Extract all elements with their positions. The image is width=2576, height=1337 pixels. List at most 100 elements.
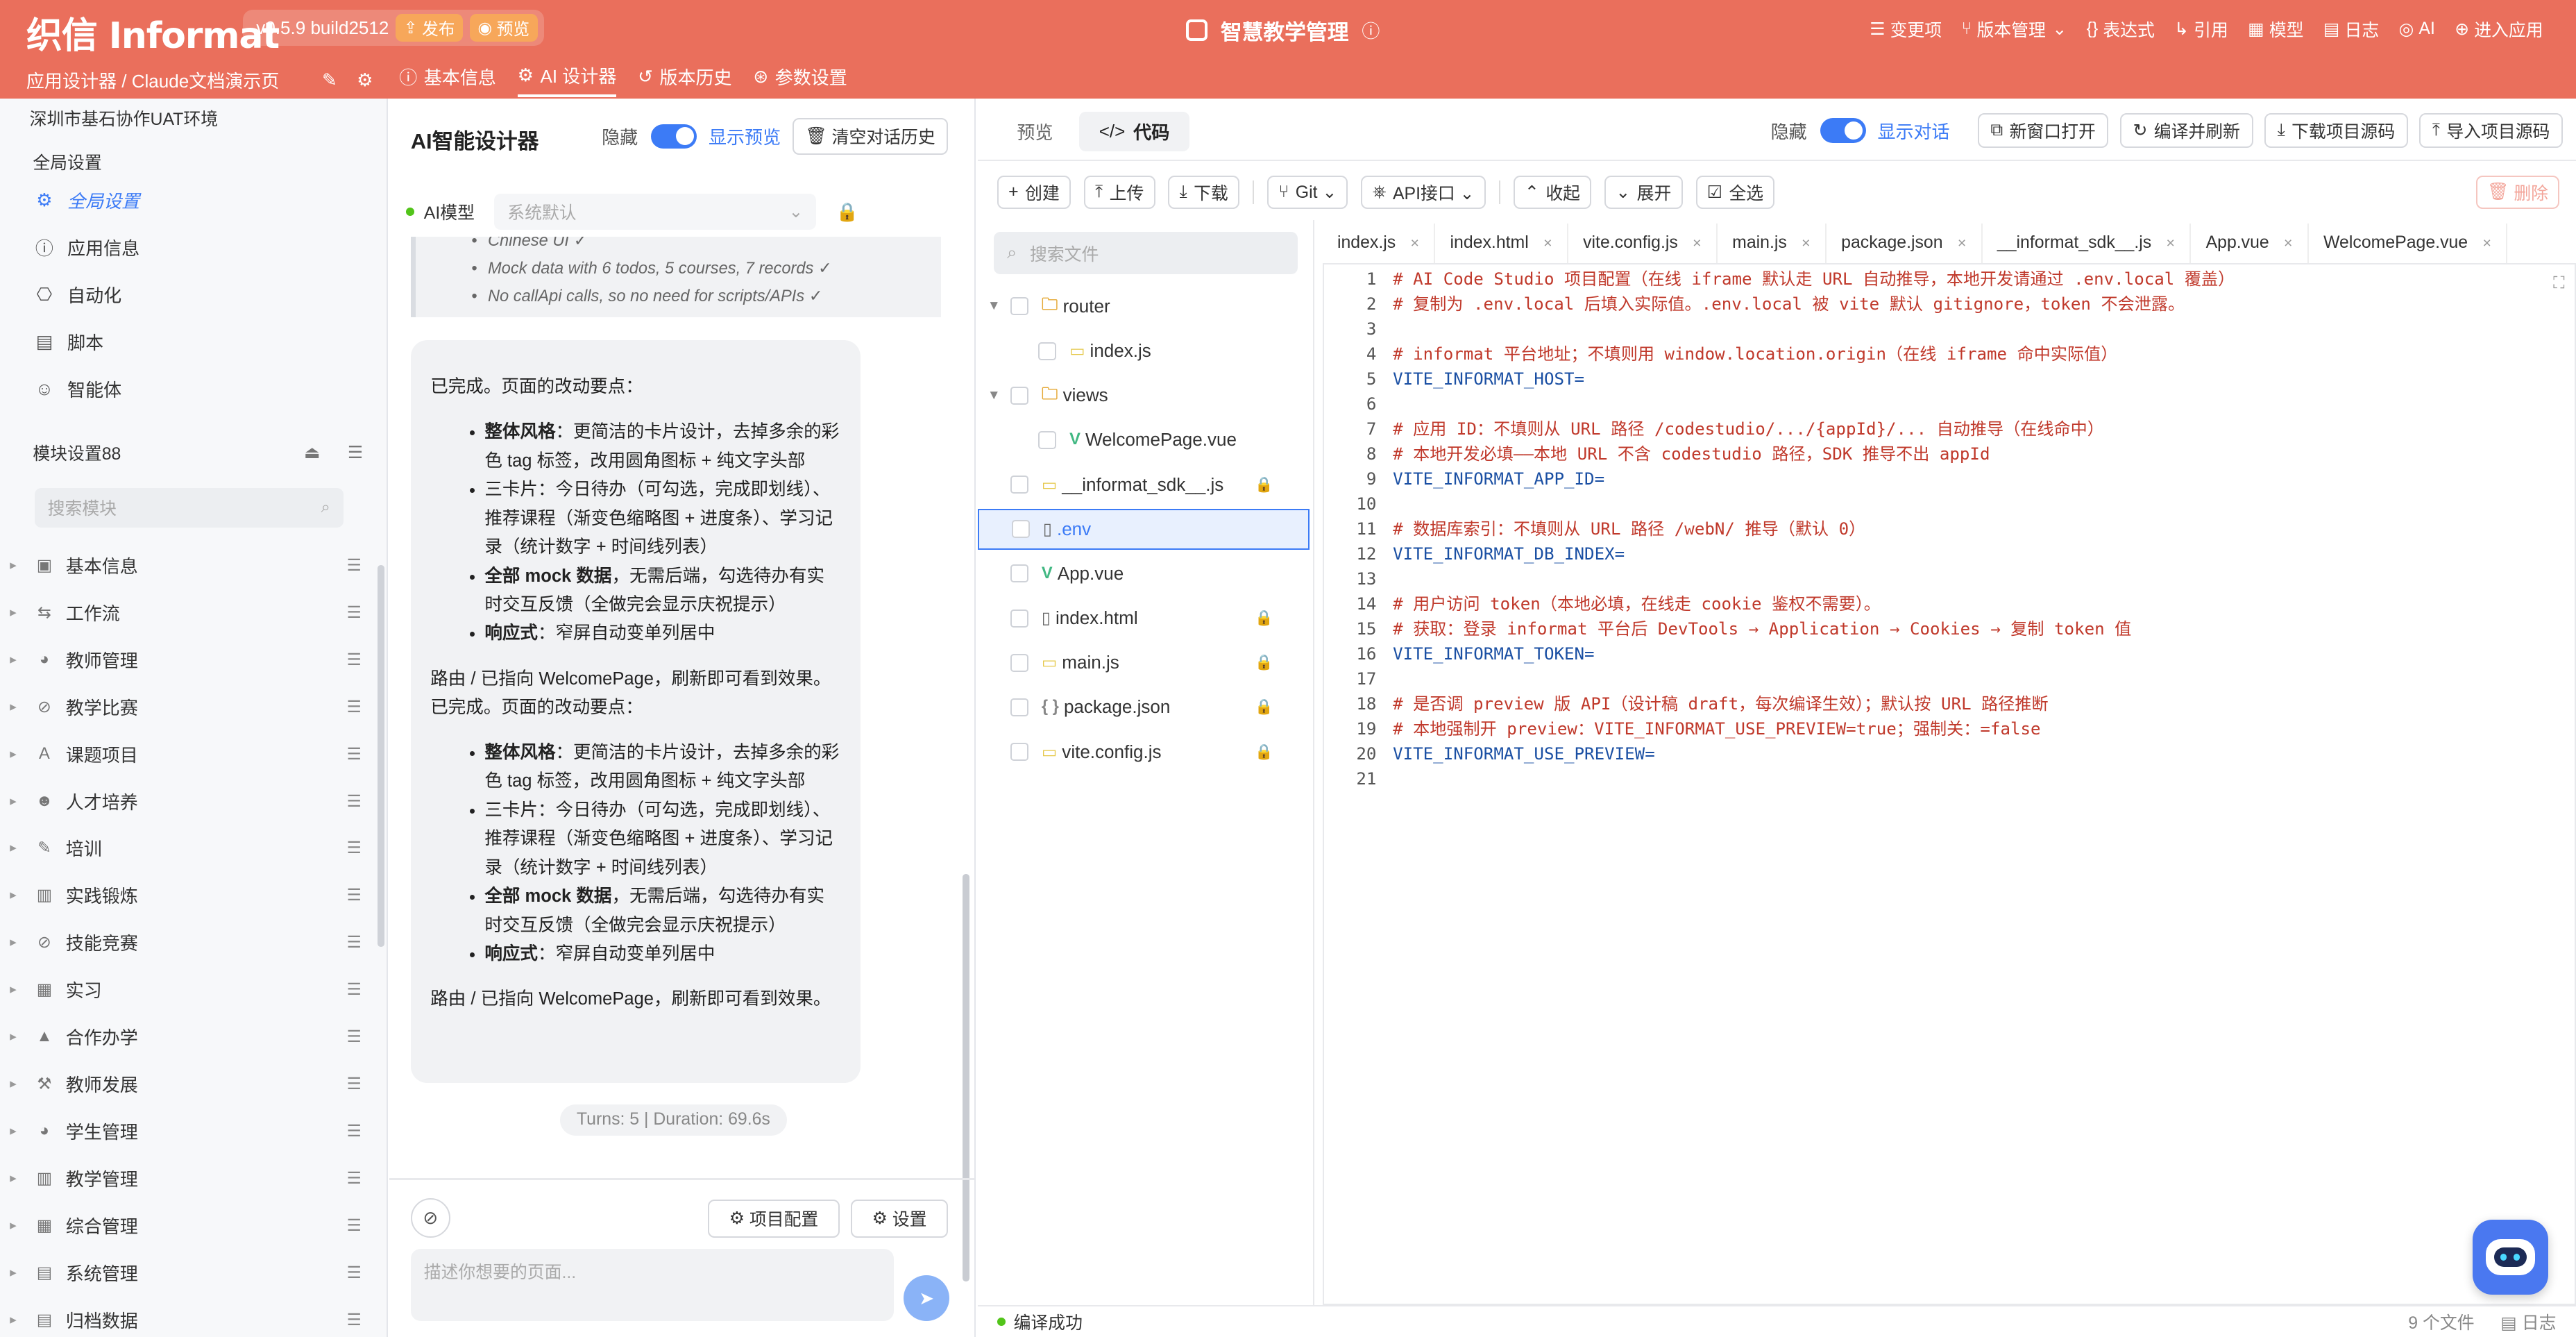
module-item[interactable]: ▸ ⊘ 教学比赛 ☰: [10, 689, 371, 725]
module-item[interactable]: ▸ ▤ 归档数据 ☰: [10, 1302, 371, 1337]
view-tab-0[interactable]: 预览: [997, 112, 1073, 151]
expand-arrow-icon[interactable]: ▸: [10, 887, 26, 903]
code-editor[interactable]: 1 # AI Code Studio 项目配置（在线 iframe 默认走 URL…: [1322, 262, 2576, 1305]
file-checkbox[interactable]: [1010, 386, 1028, 405]
file-checkbox[interactable]: [1010, 653, 1028, 672]
module-menu-icon[interactable]: ☰: [347, 1121, 362, 1141]
toolbar-button[interactable]: ⤓ 下载: [1168, 176, 1239, 209]
file-tree-item[interactable]: ▭ __informat_sdk__.js 🔒: [978, 464, 1310, 505]
attach-button[interactable]: ⊘: [410, 1197, 450, 1238]
tree-arrow[interactable]: ▼: [978, 298, 1010, 314]
file-checkbox[interactable]: [1010, 698, 1028, 716]
module-menu-icon[interactable]: ☰: [347, 1027, 362, 1047]
app-logo[interactable]: 织信 Informat: [26, 6, 280, 58]
file-tree-item[interactable]: ▯ index.html 🔒: [978, 598, 1310, 639]
file-checkbox[interactable]: [1011, 520, 1030, 539]
toolbar-button[interactable]: ⤒ 上传: [1083, 176, 1155, 209]
module-menu-icon[interactable]: ☰: [347, 932, 362, 952]
assistant-bot-icon[interactable]: [2472, 1219, 2548, 1295]
module-item[interactable]: ▸ ☻ 人才培养 ☰: [10, 783, 371, 819]
module-item[interactable]: ▸ ◕ 教师管理 ☰: [10, 641, 371, 678]
module-item[interactable]: ▸ ▣ 基本信息 ☰: [10, 547, 371, 583]
chat-scrollbar[interactable]: [963, 874, 969, 1282]
close-icon[interactable]: ×: [2482, 235, 2491, 252]
sidebar-scrollbar[interactable]: [378, 565, 384, 947]
module-menu-icon[interactable]: ☰: [347, 1216, 362, 1236]
file-tree-item[interactable]: V WelcomePage.vue: [978, 419, 1310, 460]
settings-icon[interactable]: ⚙: [357, 69, 373, 91]
publish-button[interactable]: ⇪ 发布: [395, 14, 464, 42]
module-item[interactable]: ▸ ▥ 实践锻炼 ☰: [10, 877, 371, 914]
module-menu-icon[interactable]: ☰: [347, 1310, 362, 1330]
send-button[interactable]: ➤: [904, 1275, 950, 1322]
module-item[interactable]: ▸ A 课题项目 ☰: [10, 736, 371, 772]
top-menu-item[interactable]: ⑂ 版本管理 ⌄: [1962, 17, 2067, 42]
expand-arrow-icon[interactable]: ▸: [10, 605, 26, 621]
expand-arrow-icon[interactable]: ▸: [10, 1076, 26, 1092]
file-tab[interactable]: main.js ×: [1718, 223, 1827, 263]
file-checkbox[interactable]: [1010, 297, 1028, 316]
expand-arrow-icon[interactable]: ▸: [10, 1123, 26, 1139]
file-checkbox[interactable]: [1010, 564, 1028, 583]
expand-arrow-icon[interactable]: ▸: [10, 557, 26, 573]
sidebar-item[interactable]: ⓘ 应用信息: [33, 230, 139, 266]
file-tree-item[interactable]: ▯ .env: [977, 508, 1310, 550]
workspace-action-button[interactable]: ⤒ 导入项目源码: [2419, 113, 2563, 149]
fullscreen-icon[interactable]: ⛶: [2553, 274, 2565, 293]
module-menu-icon[interactable]: ☰: [347, 744, 362, 764]
tab-0[interactable]: ⓘ 基本信息: [399, 61, 496, 97]
file-tree-item[interactable]: { } package.json 🔒: [978, 687, 1310, 728]
expand-arrow-icon[interactable]: ▸: [10, 1218, 26, 1234]
edit-icon[interactable]: ✎: [322, 69, 337, 91]
close-icon[interactable]: ×: [2167, 235, 2175, 252]
clear-history-button[interactable]: 🗑 清空对话历史: [792, 118, 949, 155]
module-item[interactable]: ▸ ⊘ 技能竞赛 ☰: [10, 925, 371, 961]
toolbar-button[interactable]: ⌄ 展开: [1604, 176, 1683, 209]
expand-arrow-icon[interactable]: ▸: [10, 1170, 26, 1186]
tab-1[interactable]: ⚙ AI 设计器: [517, 61, 617, 97]
module-item[interactable]: ▸ ◕ 学生管理 ☰: [10, 1113, 371, 1150]
log-button[interactable]: ▤ 日志: [2500, 1309, 2556, 1334]
top-menu-item[interactable]: ▤ 日志: [2323, 17, 2379, 42]
file-tab[interactable]: WelcomePage.vue ×: [2309, 223, 2508, 263]
file-tab[interactable]: index.js ×: [1323, 223, 1436, 263]
module-menu-icon[interactable]: ☰: [347, 791, 362, 812]
expand-arrow-icon[interactable]: ▸: [10, 1265, 26, 1281]
module-menu-icon[interactable]: ☰: [347, 1263, 362, 1283]
top-menu-item[interactable]: {} 表达式: [2087, 17, 2155, 42]
file-search[interactable]: ⌕ 搜索文件: [994, 231, 1298, 275]
module-item[interactable]: ▸ ▦ 实习 ☰: [10, 972, 371, 1008]
module-item[interactable]: ▸ ▦ 综合管理 ☰: [10, 1207, 371, 1243]
module-item[interactable]: ▸ ▤ 系统管理 ☰: [10, 1254, 371, 1290]
module-menu-icon[interactable]: ☰: [347, 555, 362, 575]
file-checkbox[interactable]: [1038, 430, 1057, 449]
expand-arrow-icon[interactable]: ▸: [10, 982, 26, 998]
module-menu-icon[interactable]: ☰: [347, 979, 362, 1000]
collapse-icon[interactable]: ⏏: [304, 442, 320, 463]
show-preview-toggle[interactable]: [651, 124, 697, 149]
expand-arrow-icon[interactable]: ▸: [10, 746, 26, 762]
close-icon[interactable]: ×: [1802, 235, 1810, 252]
module-menu-icon[interactable]: ☰: [347, 1168, 362, 1188]
expand-arrow-icon[interactable]: ▸: [10, 652, 26, 668]
expand-arrow-icon[interactable]: ▸: [10, 840, 26, 856]
file-tree-item[interactable]: V App.vue: [978, 553, 1310, 594]
expand-arrow-icon[interactable]: ▸: [10, 1312, 26, 1328]
close-icon[interactable]: ×: [1958, 235, 1966, 252]
prompt-input[interactable]: 描述你想要的页面...: [410, 1249, 894, 1322]
module-item[interactable]: ▸ ⚒ 教师发展 ☰: [10, 1066, 371, 1102]
file-checkbox[interactable]: [1010, 476, 1028, 494]
file-tab[interactable]: index.html ×: [1435, 223, 1568, 263]
module-menu-icon[interactable]: ☰: [347, 697, 362, 717]
file-checkbox[interactable]: [1010, 609, 1028, 628]
toolbar-button[interactable]: ☑ 全选: [1695, 176, 1775, 209]
help-icon[interactable]: ⓘ: [1362, 17, 1380, 43]
module-menu-icon[interactable]: ☰: [347, 650, 362, 670]
module-menu-icon[interactable]: ☰: [347, 838, 362, 858]
close-icon[interactable]: ×: [1693, 235, 1701, 252]
toolbar-button[interactable]: ⌃ 收起: [1513, 176, 1592, 209]
file-tree-item[interactable]: ▭ index.js: [978, 330, 1310, 371]
file-tree-item[interactable]: ▭ main.js 🔒: [978, 642, 1310, 683]
workspace-action-button[interactable]: ⤓ 下载项目源码: [2264, 113, 2408, 149]
file-checkbox[interactable]: [1010, 742, 1028, 762]
